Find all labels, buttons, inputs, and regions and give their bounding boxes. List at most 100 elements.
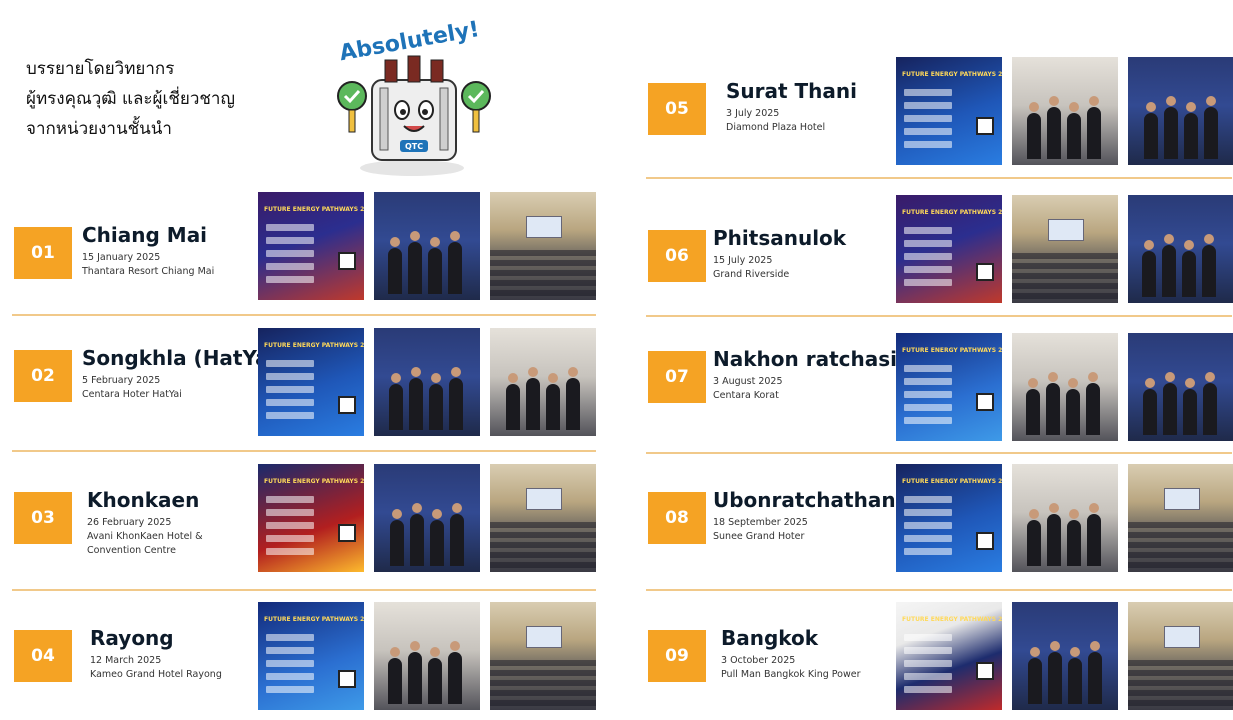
poster-line [904,417,952,424]
event-card: 02 Songkhla (HatYai) 5 February 2025 Centar… [12,326,602,446]
audience-row [490,542,596,548]
stage-photo [1012,602,1118,710]
person-figure [1027,509,1041,566]
audience-row [1128,670,1233,676]
event-venue: Pull Man Bangkok King Power [721,669,861,680]
qr-code-icon [976,662,994,680]
person-figure [1047,503,1061,566]
person-figure [1163,372,1177,435]
person-figure [1204,96,1218,159]
poster-title: FUTURE ENERGY PATHWAYS 2025 [902,478,1002,485]
poster-line [266,509,314,516]
stage-photo [1128,195,1233,303]
event-card: 07 Nakhon ratchasima 3 August 2025 Centara … [646,331,1233,451]
poster-line [266,224,314,231]
stage-photo [374,464,480,572]
audience-row [1012,273,1118,279]
event-city: Phitsanulok [713,226,847,250]
event-info: Phitsanulok 15 July 2025 Grand Riverside [713,226,846,282]
person-figure [408,641,422,704]
poster-line [266,647,314,654]
event-details: 5 February 2025 Centara Hoter HatYai [82,374,285,402]
person-figure [1142,240,1156,297]
event-city: Chiang Mai [82,223,208,247]
event-poster: FUTURE ENERGY PATHWAYS 2025 [896,195,1002,303]
event-venue: Grand Riverside [713,269,790,280]
section-divider [646,452,1232,454]
person-figure [1086,372,1100,435]
projector-screen [526,216,562,238]
projector-screen [1048,219,1084,241]
audience-row [490,562,596,568]
event-venue: Centara Hoter HatYai [82,389,182,400]
audience-photo [490,464,596,572]
section-divider [646,589,1232,591]
event-poster: FUTURE ENERGY PATHWAYS 2025 [896,333,1002,441]
projector-screen [1164,626,1200,648]
event-details: 15 January 2025 Thantara Resort Chiang Ma… [82,251,214,279]
poster-line [266,250,314,257]
audience-photo [1012,333,1118,441]
audience-photo [490,602,596,710]
person-figure [1047,96,1061,159]
poster-line [266,412,314,419]
poster-line [904,686,952,693]
person-figure [1067,509,1081,566]
audience-row [490,690,596,696]
poster-line [266,660,314,667]
poster-line [904,673,952,680]
person-figure [1068,647,1082,704]
poster-line [904,522,952,529]
event-date: 18 September 2025 [713,517,808,528]
event-city: Khonkaen [87,488,200,512]
audience-photo [490,328,596,436]
poster-title: FUTURE ENERGY PATHWAYS 2025 [902,71,1002,78]
event-details: 18 September 2025 Sunee Grand Hoter [713,516,902,544]
audience-row [1128,680,1233,686]
audience-row [1012,283,1118,289]
person-figure [1028,647,1042,704]
event-city: Ubonratchathani [713,488,903,512]
poster-line [904,378,952,385]
stage-photo [1128,57,1233,165]
event-number-badge: 02 [14,350,72,402]
event-date: 5 February 2025 [82,375,161,386]
event-poster: FUTURE ENERGY PATHWAYS 2025 [896,602,1002,710]
event-number-badge: 06 [648,230,706,282]
poster-line [904,141,952,148]
poster-line [904,548,952,555]
person-figure [448,641,462,704]
qr-code-icon [976,263,994,281]
poster-line [904,509,952,516]
section-divider [646,315,1232,317]
projector-screen [1164,488,1200,510]
audience-row [1128,562,1233,568]
event-poster: FUTURE ENERGY PATHWAYS 2025 [258,192,364,300]
event-venue: Convention Centre [87,545,176,556]
event-info: Bangkok 3 October 2025 Pull Man Bangkok Ki… [721,626,861,682]
poster-line [904,89,952,96]
person-figure [506,373,520,430]
event-number-badge: 09 [648,630,706,682]
person-figure [449,367,463,430]
event-card: 01 Chiang Mai 15 January 2025 Thantara Reso… [12,190,602,310]
qr-code-icon [338,396,356,414]
event-number-badge: 01 [14,227,72,279]
event-city: Rayong [90,626,174,650]
person-figure [448,231,462,294]
poster-line [266,276,314,283]
event-info: Songkhla (HatYai) 5 February 2025 Centara … [82,346,285,402]
person-figure [1088,641,1102,704]
audience-row [490,280,596,286]
audience-row [1128,542,1233,548]
poster-line [904,128,952,135]
poster-line [266,373,314,380]
event-number-badge: 07 [648,351,706,403]
event-details: 3 October 2025 Pull Man Bangkok King Powe… [721,654,861,682]
poster-line [266,548,314,555]
audience-row [1012,253,1118,259]
person-figure [390,509,404,566]
person-figure [1087,96,1101,159]
event-date: 3 October 2025 [721,655,796,666]
person-figure [1066,378,1080,435]
